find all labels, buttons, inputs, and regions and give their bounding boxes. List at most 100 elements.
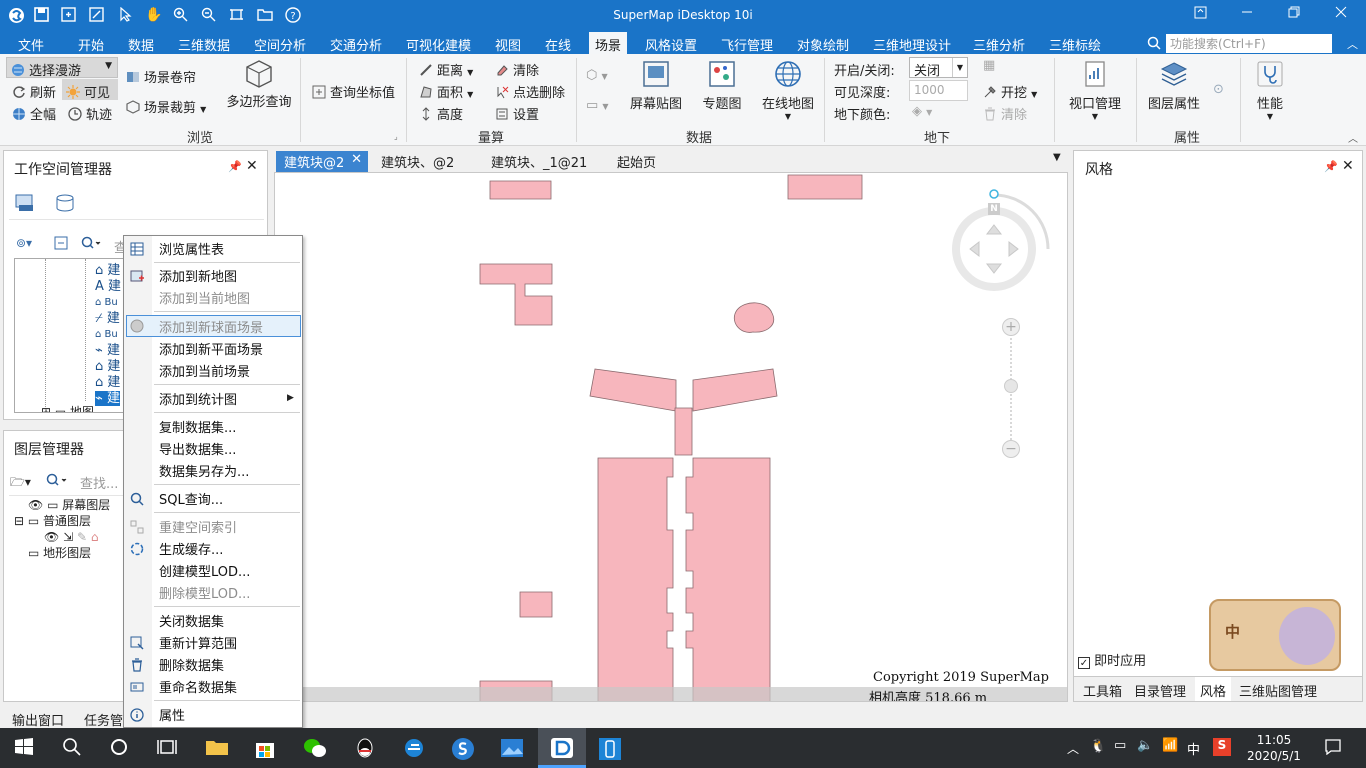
ime-indicator[interactable]: 中 — [1187, 739, 1200, 758]
tray-up-icon[interactable]: ︿ — [1067, 740, 1079, 757]
menu-3d-geodesign[interactable]: 三维地理设计 — [873, 35, 951, 54]
menu-item-save-dataset-as[interactable]: 数据集另存为... — [159, 461, 249, 480]
measure-height-button[interactable]: 高度 — [419, 104, 463, 123]
list-item[interactable]: ⌂ 建 — [95, 263, 121, 279]
game-avatar-widget[interactable]: 中 — [1209, 599, 1341, 671]
panel-close-icon[interactable]: ✕ — [246, 158, 258, 174]
point-delete-button[interactable]: 点选删除 — [495, 82, 565, 101]
sogou-tray-icon[interactable]: S — [1213, 738, 1231, 756]
layer-item-normal[interactable]: ⊟ ▭ 普通图层 — [14, 513, 110, 529]
menu-traffic-analysis[interactable]: 交通分析 — [330, 35, 382, 54]
close-button[interactable] — [1326, 6, 1356, 26]
menu-data[interactable]: 数据 — [128, 35, 154, 54]
full-extent-button[interactable]: 全幅 — [12, 104, 56, 123]
chevron-up-icon[interactable]: ︿ — [1347, 36, 1358, 52]
menu-item-generate-cache[interactable]: 生成缓存... — [159, 539, 223, 558]
wifi-icon[interactable]: 📶 — [1162, 738, 1178, 753]
layer-item-building[interactable]: 👁 ⇲ ✎ ⌂ — [14, 529, 110, 545]
data-tool-2-icon[interactable]: ▭ ▼ — [586, 98, 609, 113]
dig-button[interactable]: 开挖 ▼ — [983, 82, 1037, 101]
tab-scene-2[interactable]: 建筑块、@2 — [381, 152, 454, 171]
workspace-search-icon[interactable] — [81, 236, 101, 254]
menu-item-add-plane-scene[interactable]: 添加到新平面场景 — [159, 339, 263, 358]
menu-item-add-current-scene[interactable]: 添加到当前场景 — [159, 361, 250, 380]
menu-3d-plotting[interactable]: 三维标绘 — [1049, 35, 1101, 54]
task-manager-tab[interactable]: 任务管 — [84, 710, 123, 729]
select-roam-dropdown[interactable]: 选择漫游 ▼ — [6, 57, 118, 79]
layer-item-terrain[interactable]: ▭ 地形图层 — [14, 545, 110, 561]
open-workspace-icon[interactable]: ⊚▾ — [16, 236, 32, 250]
measure-distance-button[interactable]: 距离 ▼ — [419, 60, 473, 79]
datasource-tab-icon[interactable] — [14, 193, 36, 217]
instant-apply-checkbox[interactable]: ✓ 即时应用 — [1078, 650, 1146, 669]
menu-item-add-new-map[interactable]: 添加到新地图 — [159, 266, 237, 285]
tab-3d-texture[interactable]: 三维贴图管理 — [1239, 681, 1317, 700]
menu-visual-modeling[interactable]: 可视化建模 — [406, 35, 471, 54]
menu-item-properties[interactable]: 属性 — [159, 705, 185, 724]
output-window-tab[interactable]: 输出窗口 — [12, 710, 64, 729]
eye-icon[interactable]: 👁 — [28, 498, 43, 512]
tab-start-page[interactable]: 起始页 — [617, 152, 656, 171]
menu-object-draw[interactable]: 对象绘制 — [797, 35, 849, 54]
list-item[interactable]: ⌁ 建 — [95, 343, 121, 359]
navigation-compass[interactable]: N — [951, 187, 1051, 297]
performance-button[interactable]: 性能 ▼ — [1252, 59, 1288, 121]
menu-online[interactable]: 在线 — [545, 35, 571, 54]
menu-item-rename-dataset[interactable]: 重命名数据集 — [159, 677, 237, 696]
menu-item-delete-dataset[interactable]: 删除数据集 — [159, 655, 224, 674]
supermap-taskbar-icon[interactable] — [550, 737, 574, 759]
photos-icon[interactable] — [500, 737, 524, 759]
scene-clip-button[interactable]: 场景裁剪 ▼ — [126, 97, 206, 116]
zoom-thumb[interactable] — [1004, 379, 1018, 393]
scene-shutter-button[interactable]: 场景卷帘 — [126, 67, 196, 86]
scene-view[interactable]: Copyright 2019 SuperMap 相机高度 518.66 m N … — [274, 172, 1068, 702]
tray-app-icon[interactable]: 🐧 — [1090, 739, 1106, 754]
workspace-tool-icon[interactable] — [54, 236, 68, 254]
track-button[interactable]: 轨迹 — [68, 104, 112, 123]
menu-3d-data[interactable]: 三维数据 — [178, 35, 230, 54]
thematic-map-button[interactable]: 专题图 — [700, 59, 744, 112]
pin-icon[interactable]: 📌 — [1324, 160, 1338, 173]
panel-close-icon[interactable]: ✕ — [1342, 158, 1354, 174]
menu-item-sql-query[interactable]: SQL查询... — [159, 489, 223, 508]
tab-catalog[interactable]: 目录管理 — [1134, 681, 1186, 700]
menu-scene[interactable]: 场景 — [589, 32, 628, 54]
minimize-button[interactable] — [1232, 6, 1262, 26]
menu-spatial-analysis[interactable]: 空间分析 — [254, 35, 306, 54]
search-input[interactable]: 功能搜索(Ctrl+F) — [1166, 34, 1332, 53]
eye-icon[interactable]: 👁 — [44, 530, 59, 544]
measure-clear-button[interactable]: 清除 — [495, 60, 539, 79]
wechat-icon[interactable] — [303, 737, 327, 759]
list-item[interactable]: ⌂ 建 — [95, 375, 121, 391]
menu-item-browse-table[interactable]: 浏览属性表 — [159, 239, 224, 258]
sogou-icon[interactable] — [451, 737, 475, 760]
map-tree-node[interactable]: ⊞ ▭ 地图 — [41, 403, 94, 412]
phone-app-icon[interactable] — [598, 737, 622, 760]
cortana-icon[interactable] — [109, 737, 133, 759]
tab-close-icon[interactable]: ✕ — [351, 152, 362, 167]
menu-start[interactable]: 开始 — [78, 35, 104, 54]
layer-search-input[interactable]: 查找... — [80, 473, 118, 492]
edit-icon[interactable]: ✎ — [77, 530, 87, 544]
polygon-query-button[interactable]: 多边形查询 — [226, 59, 292, 110]
menu-item-delete-lod[interactable]: 删除模型LOD... — [159, 583, 250, 602]
select-icon[interactable]: ⇲ — [63, 530, 73, 544]
viewport-manage-button[interactable]: 视口管理 ▼ — [1066, 59, 1124, 121]
tab-scene-active[interactable]: 建筑块@2 ✕ — [276, 151, 368, 172]
depth-input[interactable]: 1000 — [909, 80, 968, 101]
tab-toolbox[interactable]: 工具箱 — [1083, 681, 1122, 700]
screen-map-button[interactable]: 屏幕贴图 — [628, 59, 684, 112]
dialog-launcher-icon[interactable]: ⌟ — [394, 132, 398, 141]
data-tool-1-icon[interactable]: ⬡ ▼ — [586, 68, 608, 83]
list-item[interactable]: ⌁ 建 — [95, 391, 121, 407]
menu-item-export-dataset[interactable]: 导出数据集... — [159, 439, 236, 458]
refresh-button[interactable]: 刷新 — [12, 82, 56, 101]
menu-3d-analysis[interactable]: 三维分析 — [973, 35, 1025, 54]
query-coords-button[interactable]: 查询坐标值 — [312, 82, 395, 101]
layer-search-icon[interactable] — [46, 473, 70, 491]
file-explorer-icon[interactable] — [205, 737, 229, 759]
menu-view[interactable]: 视图 — [495, 35, 521, 54]
menu-item-rebuild-index[interactable]: 重建空间索引 — [159, 517, 237, 536]
tab-scene-3[interactable]: 建筑块、_1@21 — [491, 152, 587, 171]
layer-item-screen[interactable]: 👁 ▭ 屏幕图层 — [14, 497, 110, 513]
